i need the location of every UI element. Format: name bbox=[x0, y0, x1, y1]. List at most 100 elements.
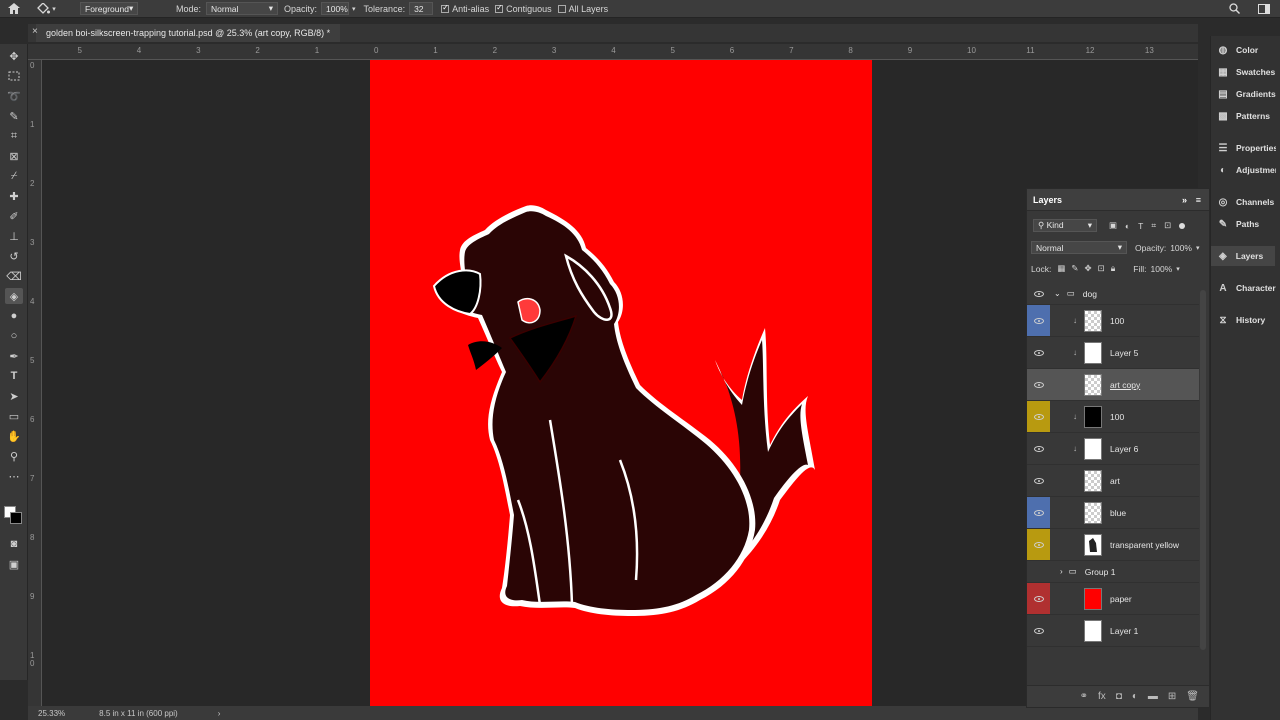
layer-row[interactable]: › ▭ Group 1 bbox=[1027, 561, 1199, 583]
brush-tool-icon[interactable]: ✐ bbox=[5, 208, 23, 224]
visibility-toggle[interactable] bbox=[1027, 305, 1050, 336]
panel-layers[interactable]: ◈ Layers bbox=[1211, 246, 1275, 266]
panel-channels[interactable]: ◎ Channels bbox=[1217, 192, 1276, 212]
history-brush-tool-icon[interactable]: ↺ bbox=[5, 248, 23, 264]
lock-position-icon[interactable]: ✥ bbox=[1084, 263, 1091, 274]
marquee-tool-icon[interactable] bbox=[5, 68, 23, 84]
panel-paths[interactable]: ✎ Paths bbox=[1217, 214, 1276, 234]
layer-row[interactable]: blue bbox=[1027, 497, 1199, 529]
visibility-toggle[interactable] bbox=[1027, 369, 1050, 400]
layer-name[interactable]: blue bbox=[1110, 508, 1126, 518]
eraser-tool-icon[interactable]: ⌫ bbox=[5, 268, 23, 284]
layer-name[interactable]: art bbox=[1110, 476, 1120, 486]
layer-name[interactable]: 100 bbox=[1110, 412, 1124, 422]
lock-artboard-icon[interactable]: ⊡ bbox=[1098, 263, 1105, 274]
document-canvas[interactable] bbox=[370, 60, 872, 706]
all-layers-checkbox[interactable]: All Layers bbox=[557, 0, 608, 18]
layer-row[interactable]: ↓ 100 bbox=[1027, 305, 1199, 337]
new-layer-icon[interactable]: ⊞ bbox=[1168, 691, 1176, 702]
move-tool-icon[interactable]: ✥ bbox=[5, 48, 23, 64]
delete-layer-icon[interactable]: 🗑︎ bbox=[1186, 691, 1199, 702]
layer-row[interactable]: art bbox=[1027, 465, 1199, 497]
status-chevron-icon[interactable]: › bbox=[218, 709, 221, 718]
canvas-area[interactable] bbox=[42, 60, 1198, 706]
paint-bucket-tool-icon[interactable]: ◈ bbox=[5, 288, 23, 304]
clone-stamp-tool-icon[interactable]: ⊥ bbox=[5, 228, 23, 244]
visibility-toggle[interactable] bbox=[1027, 283, 1050, 304]
antialias-checkbox[interactable]: Anti-alias bbox=[441, 0, 489, 18]
layer-row[interactable]: paper bbox=[1027, 583, 1199, 615]
chevron-right-icon[interactable]: › bbox=[1060, 567, 1063, 576]
panel-properties[interactable]: ☰ Properties bbox=[1217, 138, 1276, 158]
fill-dropdown-icon[interactable]: ▾ bbox=[1176, 265, 1180, 273]
lasso-tool-icon[interactable]: ➰ bbox=[5, 88, 23, 104]
zoom-tool-icon[interactable]: ⚲ bbox=[5, 448, 23, 464]
layer-row[interactable]: art copy bbox=[1027, 369, 1199, 401]
layer-name[interactable]: Layer 5 bbox=[1110, 348, 1138, 358]
quick-select-tool-icon[interactable]: ✎ bbox=[5, 108, 23, 124]
quick-mask-icon[interactable]: ◙ bbox=[5, 536, 23, 552]
panel-menu-icon[interactable]: ≡ bbox=[1196, 195, 1201, 205]
layer-row[interactable]: ↓ Layer 5 bbox=[1027, 337, 1199, 369]
layer-opacity-dropdown-icon[interactable]: ▾ bbox=[1196, 244, 1200, 252]
dodge-tool-icon[interactable]: ○ bbox=[5, 328, 23, 344]
lock-all-icon[interactable]: 🔒︎ bbox=[1111, 263, 1116, 274]
layer-filter-select[interactable]: ⚲ Kind ▾ bbox=[1033, 219, 1097, 232]
panel-adjustments[interactable]: ◐ Adjustments bbox=[1217, 160, 1276, 180]
new-adjustment-icon[interactable]: ◐ bbox=[1132, 691, 1138, 702]
layer-name[interactable]: dog bbox=[1083, 289, 1097, 299]
eyedropper-tool-icon[interactable]: ⌿ bbox=[5, 168, 23, 184]
visibility-toggle[interactable] bbox=[1027, 337, 1050, 368]
layer-name[interactable]: Group 1 bbox=[1085, 567, 1116, 577]
layer-name[interactable]: Layer 6 bbox=[1110, 444, 1138, 454]
type-tool-icon[interactable]: T bbox=[5, 368, 23, 384]
contiguous-checkbox[interactable]: Contiguous bbox=[495, 0, 552, 18]
layer-row[interactable]: transparent yellow bbox=[1027, 529, 1199, 561]
layer-name[interactable]: Layer 1 bbox=[1110, 626, 1138, 636]
fill-value[interactable]: 100% bbox=[1151, 264, 1173, 274]
lock-transparency-icon[interactable]: ▦ bbox=[1057, 263, 1065, 274]
more-tools-icon[interactable]: ⋯ bbox=[5, 468, 23, 484]
close-tab-icon[interactable]: × bbox=[32, 26, 38, 37]
shape-tool-icon[interactable]: ▭ bbox=[5, 408, 23, 424]
layer-name[interactable]: paper bbox=[1110, 594, 1132, 604]
blur-tool-icon[interactable]: ● bbox=[5, 308, 23, 324]
visibility-toggle[interactable] bbox=[1027, 529, 1050, 560]
search-icon[interactable] bbox=[1229, 0, 1240, 18]
panel-history[interactable]: ⧖ History bbox=[1217, 310, 1276, 330]
new-group-icon[interactable]: ▬ bbox=[1148, 691, 1158, 702]
layer-name[interactable]: 100 bbox=[1110, 316, 1124, 326]
path-select-tool-icon[interactable]: ➤ bbox=[5, 388, 23, 404]
layer-row[interactable]: ↓ Layer 6 bbox=[1027, 433, 1199, 465]
opacity-input[interactable]: 100% bbox=[321, 2, 350, 15]
filter-pixel-icon[interactable]: ▣ bbox=[1109, 220, 1117, 231]
layers-scrollbar[interactable] bbox=[1200, 290, 1206, 650]
background-color-swatch[interactable] bbox=[10, 512, 22, 524]
healing-brush-tool-icon[interactable]: ✚ bbox=[5, 188, 23, 204]
blend-mode-select[interactable]: Normal ▾ bbox=[1031, 241, 1127, 254]
visibility-toggle[interactable] bbox=[1027, 615, 1050, 646]
panel-swatches[interactable]: ▦ Swatches bbox=[1217, 62, 1276, 82]
zoom-level[interactable]: 25.33% bbox=[38, 709, 65, 718]
visibility-toggle[interactable] bbox=[1027, 401, 1050, 432]
filter-smart-icon[interactable]: ⊡ bbox=[1164, 220, 1171, 231]
paint-bucket-preset-icon[interactable]: ▾ bbox=[28, 0, 64, 18]
filter-adjustment-icon[interactable]: ◐ bbox=[1125, 221, 1130, 231]
layer-name[interactable]: transparent yellow bbox=[1110, 540, 1179, 550]
panel-color[interactable]: ◍ Color bbox=[1217, 40, 1276, 60]
fill-source-select[interactable]: Foreground ▾ bbox=[80, 2, 138, 15]
visibility-toggle[interactable] bbox=[1027, 497, 1050, 528]
frame-tool-icon[interactable]: ⊠ bbox=[5, 148, 23, 164]
document-tab[interactable]: golden boi-silkscreen-trapping tutorial.… bbox=[36, 24, 341, 42]
crop-tool-icon[interactable]: ⌗ bbox=[5, 128, 23, 144]
hand-tool-icon[interactable]: ✋ bbox=[5, 428, 23, 444]
layer-opacity-value[interactable]: 100% bbox=[1170, 243, 1192, 253]
layer-name[interactable]: art copy bbox=[1110, 380, 1140, 390]
layer-row[interactable]: ↓ 100 bbox=[1027, 401, 1199, 433]
visibility-toggle[interactable] bbox=[1027, 561, 1050, 582]
add-mask-icon[interactable]: ◘ bbox=[1116, 691, 1122, 702]
workspace-icon[interactable] bbox=[1258, 0, 1270, 18]
home-icon[interactable] bbox=[0, 0, 28, 18]
visibility-toggle[interactable] bbox=[1027, 465, 1050, 496]
filter-shape-icon[interactable]: ⌗ bbox=[1151, 220, 1156, 231]
